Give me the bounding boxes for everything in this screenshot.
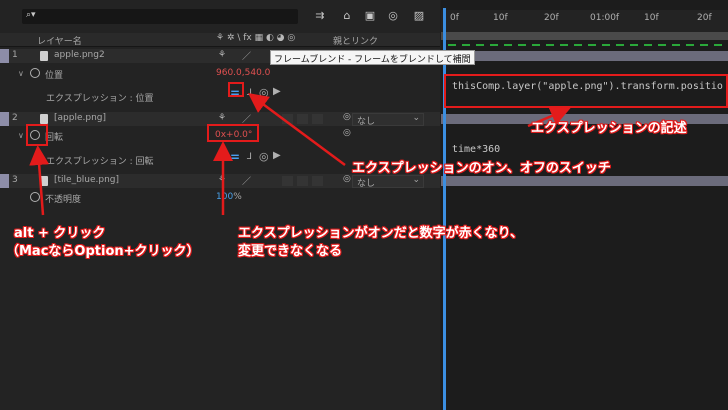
annotation-red-digits-line2: 変更できなくなる bbox=[238, 244, 343, 259]
annotation-red-digits-line1: エクスプレッションがオンだと数字が赤くなり、 bbox=[238, 226, 524, 241]
annotation-mac-option-click: （MacならOption+クリック） bbox=[6, 244, 200, 259]
arrow-to-stopwatch bbox=[29, 145, 50, 216]
annotation-expression-switch: エクスプレッションのオン、オフのスイッチ bbox=[352, 161, 611, 176]
annotation-alt-click: alt + クリック bbox=[14, 226, 106, 241]
annotation-expression-write: エクスプレッションの記述 bbox=[531, 121, 687, 136]
annotation-arrows bbox=[29, 93, 571, 216]
arrow-to-expression-switch bbox=[247, 93, 346, 167]
